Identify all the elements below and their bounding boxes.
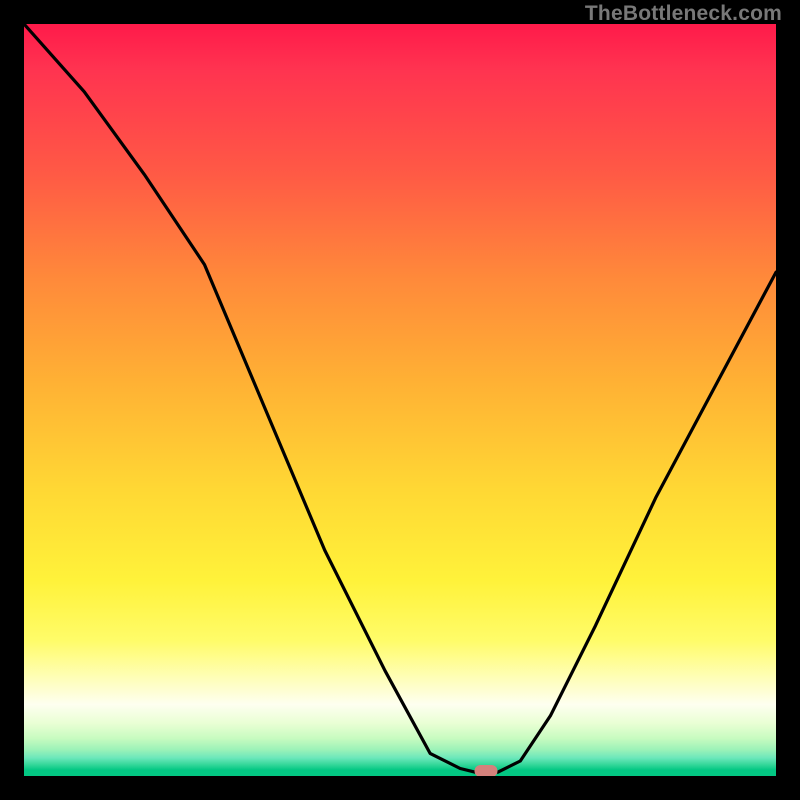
watermark-text: TheBottleneck.com <box>585 2 782 26</box>
chart-container: TheBottleneck.com <box>0 0 800 800</box>
optimal-marker <box>475 765 498 776</box>
plot-area <box>24 24 776 776</box>
bottleneck-curve <box>24 24 776 772</box>
curve-svg <box>24 24 776 776</box>
